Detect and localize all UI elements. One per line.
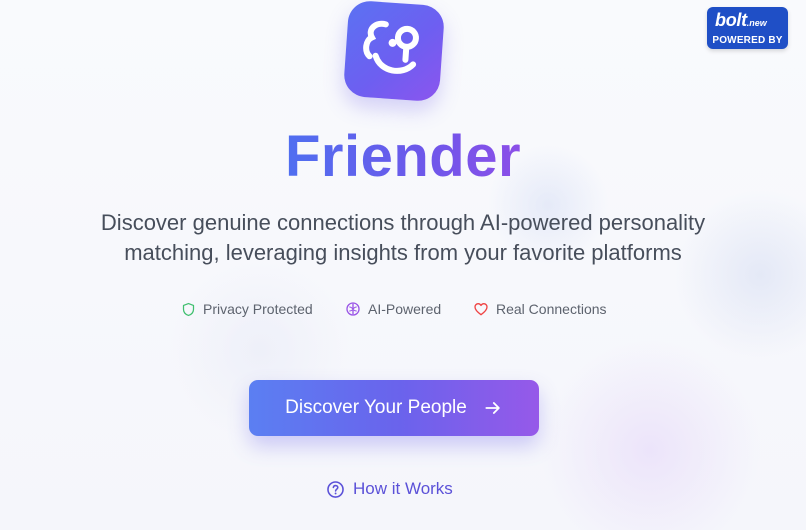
- help-circle-icon: [327, 480, 344, 498]
- feature-real-connections: Real Connections: [473, 299, 607, 319]
- feature-label: Real Connections: [496, 301, 607, 317]
- feature-label: AI-Powered: [368, 301, 442, 317]
- smiley-face-logo-icon: [363, 20, 419, 74]
- feature-privacy-protected: Privacy Protected: [181, 299, 313, 319]
- app-name: Friender: [284, 124, 522, 189]
- how-it-works-label: How it Works: [353, 479, 453, 498]
- powered-by-caption: POWERED BY: [712, 35, 783, 46]
- discover-your-people-button[interactable]: Discover Your People: [249, 380, 539, 436]
- powered-by-bolt-badge[interactable]: bolt.new POWERED BY: [707, 7, 788, 49]
- cta-label: Discover Your People: [285, 397, 467, 418]
- page-title: Friender: [0, 121, 806, 193]
- bolt-logo: bolt.new: [715, 11, 767, 32]
- bolt-brand-text: bolt: [715, 10, 747, 30]
- bolt-brand-suffix: .new: [746, 18, 767, 28]
- heart-icon: [474, 303, 488, 316]
- how-it-works-link[interactable]: How it Works: [326, 478, 453, 500]
- hero-subtitle-line-1: Discover genuine connections through AI-…: [100, 210, 706, 235]
- brain-icon: [346, 302, 360, 316]
- feature-list: Privacy Protected AI-Powered Real Connec…: [0, 299, 806, 319]
- hero-subtitle-line-2: matching, leveraging insights from your …: [124, 240, 682, 265]
- feature-ai-powered: AI-Powered: [345, 299, 441, 319]
- feature-label: Privacy Protected: [203, 301, 313, 317]
- app-logo: [342, 0, 446, 103]
- shield-icon: [182, 302, 195, 316]
- arrow-right-icon: [485, 402, 500, 414]
